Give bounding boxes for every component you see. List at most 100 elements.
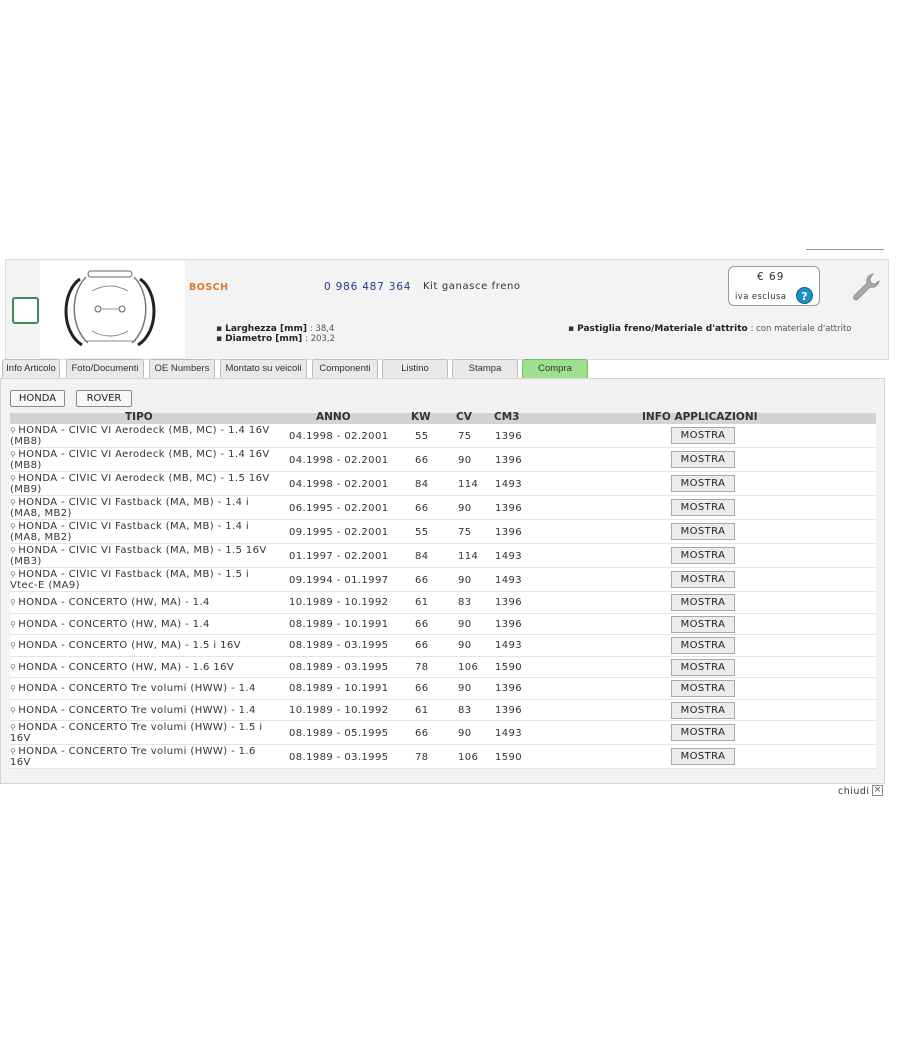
magnifier-icon[interactable]: ⚲ (10, 450, 16, 459)
cell-cm3: 1396 (495, 683, 523, 694)
specs-right: ▪ Pastiglia freno/Materiale d'attrito : c… (568, 324, 852, 334)
cell-cm3: 1396 (495, 455, 523, 466)
magnifier-icon[interactable]: ⚲ (10, 620, 16, 629)
spec-pastiglia: ▪ Pastiglia freno/Materiale d'attrito : c… (568, 324, 852, 334)
cell-anno: 09.1995 - 02.2001 (289, 527, 389, 538)
mostra-button[interactable]: MOSTRA (671, 615, 735, 633)
header-info: INFO APPLICAZIONI (642, 411, 758, 423)
spec-diametro: ▪ Diametro [mm] : 203,2 (216, 334, 336, 344)
cell-cv: 90 (458, 728, 472, 739)
magnifier-icon[interactable]: ⚲ (10, 426, 16, 435)
table-row: ⚲ HONDA - CIVIC VI Aerodeck (MB, MC) - 1.… (10, 472, 876, 496)
table-header: TIPO ANNO KW CV CM3 INFO APPLICAZIONI (10, 411, 876, 424)
mostra-button[interactable]: MOSTRA (671, 637, 735, 654)
tipo-text: HONDA - CIVIC VI Fastback (MA, MB) - 1.4… (10, 521, 250, 543)
mostra-button[interactable]: MOSTRA (671, 594, 735, 611)
cell-kw: 61 (415, 704, 429, 716)
cell-anno: 04.1998 - 02.2001 (289, 455, 389, 466)
magnifier-icon[interactable]: ⚲ (10, 723, 16, 732)
table-row: ⚲ HONDA - CONCERTO (HW, MA) - 1.6 16V 08.1… (10, 656, 876, 678)
tipo-text: HONDA - CONCERTO Tre volumi (HWW) - 1.4 (18, 683, 256, 694)
mostra-button[interactable]: MOSTRA (671, 451, 735, 468)
mostra-button[interactable]: MOSTRA (671, 427, 735, 444)
cell-tipo: ⚲ HONDA - CONCERTO Tre volumi (HWW) - 1.4 (10, 705, 278, 716)
header-anno: ANNO (316, 411, 351, 423)
mostra-button[interactable]: MOSTRA (671, 748, 735, 765)
cell-anno: 08.1989 - 10.1991 (289, 618, 389, 630)
product-code[interactable]: 0 986 487 364 (324, 281, 411, 293)
cell-anno: 04.1998 - 02.2001 (289, 431, 389, 442)
magnifier-icon[interactable]: ⚲ (10, 546, 16, 555)
filter-rover-button[interactable]: ROVER (76, 390, 132, 407)
tipo-text: HONDA - CONCERTO Tre volumi (HWW) - 1.6 … (10, 746, 256, 768)
close-icon[interactable]: × (872, 785, 883, 796)
product-image (40, 261, 185, 358)
cell-kw: 78 (415, 752, 429, 763)
cell-cm3: 1493 (495, 640, 523, 651)
tipo-text: HONDA - CIVIC VI Aerodeck (MB, MC) - 1.4… (10, 425, 270, 447)
product-header: BOSCH 0 986 487 364 Kit ganasce freno € … (5, 259, 889, 360)
mostra-button[interactable]: MOSTRA (671, 475, 735, 492)
table-body: ⚲ HONDA - CIVIC VI Aerodeck (MB, MC) - 1.… (10, 424, 876, 769)
magnifier-icon[interactable]: ⚲ (10, 684, 16, 693)
tab-info-articolo[interactable]: Info Articolo (2, 359, 60, 378)
tab-oe-numbers[interactable]: OE Numbers (149, 359, 215, 378)
select-checkbox[interactable] (12, 297, 39, 324)
tab-compra[interactable]: Compra (522, 359, 588, 378)
cell-anno: 08.1989 - 03.1995 (289, 661, 389, 673)
tipo-text: HONDA - CIVIC VI Fastback (MA, MB) - 1.5… (10, 569, 250, 591)
cell-kw: 61 (415, 597, 429, 608)
mostra-button[interactable]: MOSTRA (671, 680, 735, 697)
table-row: ⚲ HONDA - CONCERTO Tre volumi (HWW) - 1.4… (10, 699, 876, 721)
close-label[interactable]: chiudi (838, 786, 870, 797)
cell-tipo: ⚲ HONDA - CONCERTO (HW, MA) - 1.4 (10, 597, 278, 608)
tab-foto-documenti[interactable]: Foto/Documenti (66, 359, 144, 378)
cell-kw: 84 (415, 551, 429, 562)
cell-cm3: 1590 (495, 752, 523, 763)
tipo-text: HONDA - CONCERTO Tre volumi (HWW) - 1.4 (18, 704, 256, 716)
cell-cm3: 1396 (495, 704, 523, 716)
magnifier-icon[interactable]: ⚲ (10, 474, 16, 483)
tab-componenti[interactable]: Componenti (312, 359, 378, 378)
magnifier-icon[interactable]: ⚲ (10, 641, 16, 650)
cell-anno: 01.1997 - 02.2001 (289, 551, 389, 562)
magnifier-icon[interactable]: ⚲ (10, 498, 16, 507)
cell-kw: 66 (415, 503, 429, 514)
cell-kw: 66 (415, 455, 429, 466)
magnifier-icon[interactable]: ⚲ (10, 747, 16, 756)
magnifier-icon[interactable]: ⚲ (10, 522, 16, 531)
mostra-button[interactable]: MOSTRA (671, 499, 735, 516)
mostra-button[interactable]: MOSTRA (671, 571, 735, 588)
cell-anno: 08.1989 - 03.1995 (289, 640, 389, 651)
magnifier-icon[interactable]: ⚲ (10, 663, 16, 672)
cell-anno: 10.1989 - 10.1992 (289, 597, 389, 608)
table-row: ⚲ HONDA - CONCERTO (HW, MA) - 1.5 i 16V 08… (10, 635, 876, 657)
magnifier-icon[interactable]: ⚲ (10, 598, 16, 607)
table-row: ⚲ HONDA - CONCERTO (HW, MA) - 1.4 10.1989 … (10, 592, 876, 614)
cell-anno: 10.1989 - 10.1992 (289, 704, 389, 716)
cell-cv: 83 (458, 597, 472, 608)
mostra-button[interactable]: MOSTRA (671, 547, 735, 564)
mostra-button[interactable]: MOSTRA (671, 658, 735, 676)
cell-kw: 78 (415, 661, 429, 673)
cell-cv: 75 (458, 527, 472, 538)
applications-panel: HONDA ROVER TIPO ANNO KW CV CM3 INFO APP… (0, 378, 885, 784)
product-brand: BOSCH (189, 282, 229, 293)
tab-stampa[interactable]: Stampa (452, 359, 518, 378)
mostra-button[interactable]: MOSTRA (671, 523, 735, 540)
tab-listino[interactable]: Listino (382, 359, 448, 378)
mostra-button[interactable]: MOSTRA (671, 724, 735, 741)
magnifier-icon[interactable]: ⚲ (10, 570, 16, 579)
cell-cv: 106 (458, 752, 479, 763)
cell-cm3: 1493 (495, 575, 523, 586)
magnifier-icon[interactable]: ⚲ (10, 706, 16, 715)
filter-honda-button[interactable]: HONDA (10, 390, 65, 407)
table-row: ⚲ HONDA - CONCERTO Tre volumi (HWW) - 1.4… (10, 678, 876, 700)
help-icon[interactable]: ? (796, 287, 813, 304)
wrench-icon[interactable] (848, 270, 882, 304)
mostra-button[interactable]: MOSTRA (671, 701, 735, 719)
cell-kw: 55 (415, 527, 429, 538)
header-cv: CV (456, 411, 472, 423)
tab-montato-su-veicoli[interactable]: Montato su veicoli (220, 359, 307, 378)
tipo-text: HONDA - CONCERTO (HW, MA) - 1.4 (18, 618, 210, 630)
